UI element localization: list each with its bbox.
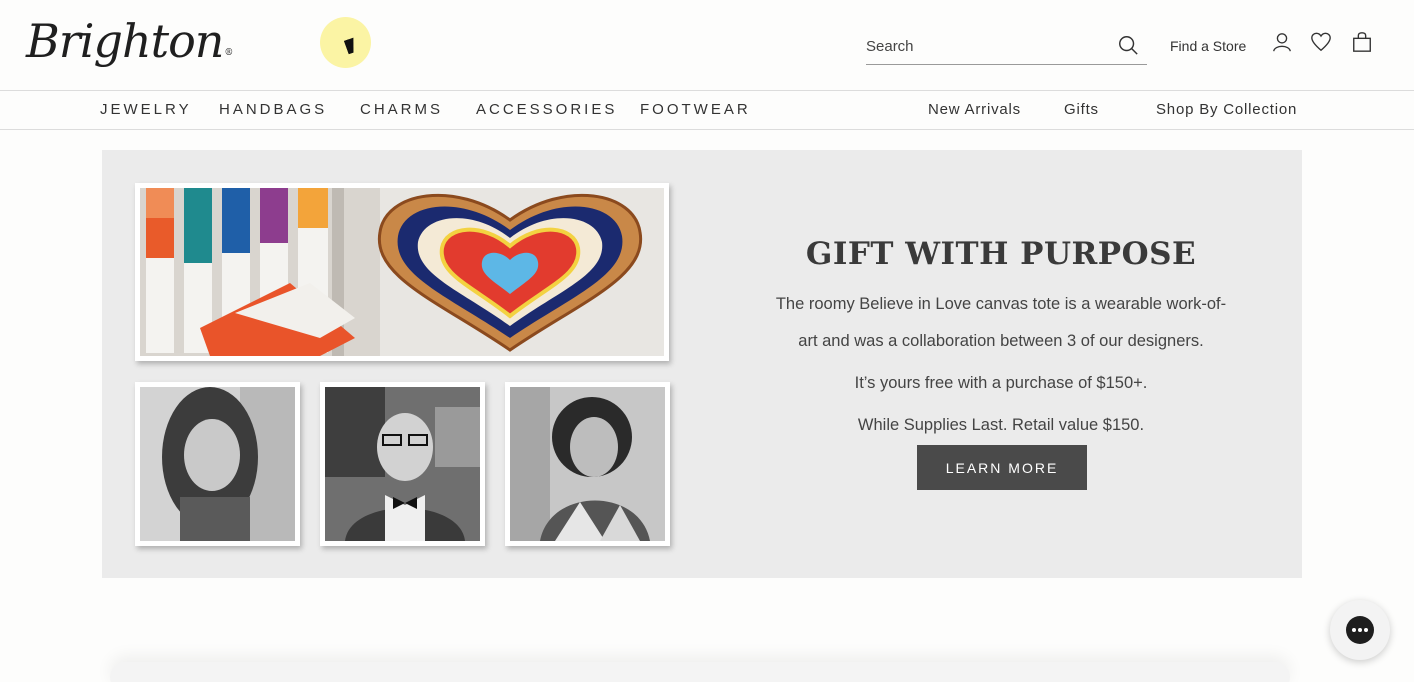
designer-portrait-3 (510, 387, 665, 541)
designer-portrait-1 (140, 387, 295, 541)
page: Brighton® Find a Store JEWELRY HANDBAGS … (0, 0, 1414, 682)
account-icon[interactable] (1271, 31, 1293, 53)
designer-photo-2 (320, 382, 485, 546)
main-navigation: JEWELRY HANDBAGS CHARMS ACCESSORIES FOOT… (0, 91, 1414, 130)
heart-icon[interactable] (1310, 31, 1332, 53)
logo-registered-mark: ® (224, 48, 233, 58)
tote-artwork-photo (135, 183, 669, 361)
gift-with-purpose-banner: GIFT WITH PURPOSE The roomy Believe in L… (102, 150, 1302, 578)
search-bar (866, 30, 1147, 65)
banner-paragraph-3: While Supplies Last. Retail value $150. (857, 416, 1145, 434)
site-header: Brighton® Find a Store (0, 0, 1414, 91)
nav-jewelry[interactable]: JEWELRY (100, 101, 192, 118)
find-a-store-link[interactable]: Find a Store (1170, 38, 1246, 54)
learn-more-button[interactable]: LEARN MORE (917, 445, 1087, 490)
next-section-edge (110, 662, 1290, 682)
portrait-woman-short-hair (510, 387, 665, 541)
tote-artwork-image (140, 188, 664, 356)
search-icon[interactable] (1117, 34, 1139, 56)
banner-copy: The roomy Believe in Love canvas tote is… (775, 286, 1227, 444)
designer-photo-3 (505, 382, 670, 546)
portrait-woman-long-hair (140, 387, 295, 541)
banner-headline: GIFT WITH PURPOSE (805, 236, 1197, 272)
logo-text: Brighton (26, 14, 224, 68)
portrait-man-glasses-bowtie (325, 387, 480, 541)
nav-handbags[interactable]: HANDBAGS (219, 101, 327, 118)
nav-gifts[interactable]: Gifts (1064, 101, 1099, 118)
designer-portrait-2 (325, 387, 480, 541)
markers-and-heart-art (140, 188, 664, 356)
nav-charms[interactable]: CHARMS (360, 101, 443, 118)
banner-paragraph-2: It’s yours free with a purchase of $150+… (854, 374, 1148, 392)
designer-photo-1 (135, 382, 300, 546)
chat-widget-button[interactable] (1330, 600, 1390, 660)
chat-icon (1346, 616, 1374, 644)
nav-accessories[interactable]: ACCESSORIES (476, 101, 617, 118)
nav-shop-by-collection[interactable]: Shop By Collection (1156, 101, 1297, 118)
nav-new-arrivals[interactable]: New Arrivals (928, 101, 1021, 118)
nav-footwear[interactable]: FOOTWEAR (640, 101, 751, 118)
shopping-bag-icon[interactable] (1351, 31, 1373, 53)
banner-paragraph-1: The roomy Believe in Love canvas tote is… (775, 295, 1227, 350)
search-input[interactable] (866, 34, 1106, 58)
brighton-logo[interactable]: Brighton® (26, 14, 233, 68)
